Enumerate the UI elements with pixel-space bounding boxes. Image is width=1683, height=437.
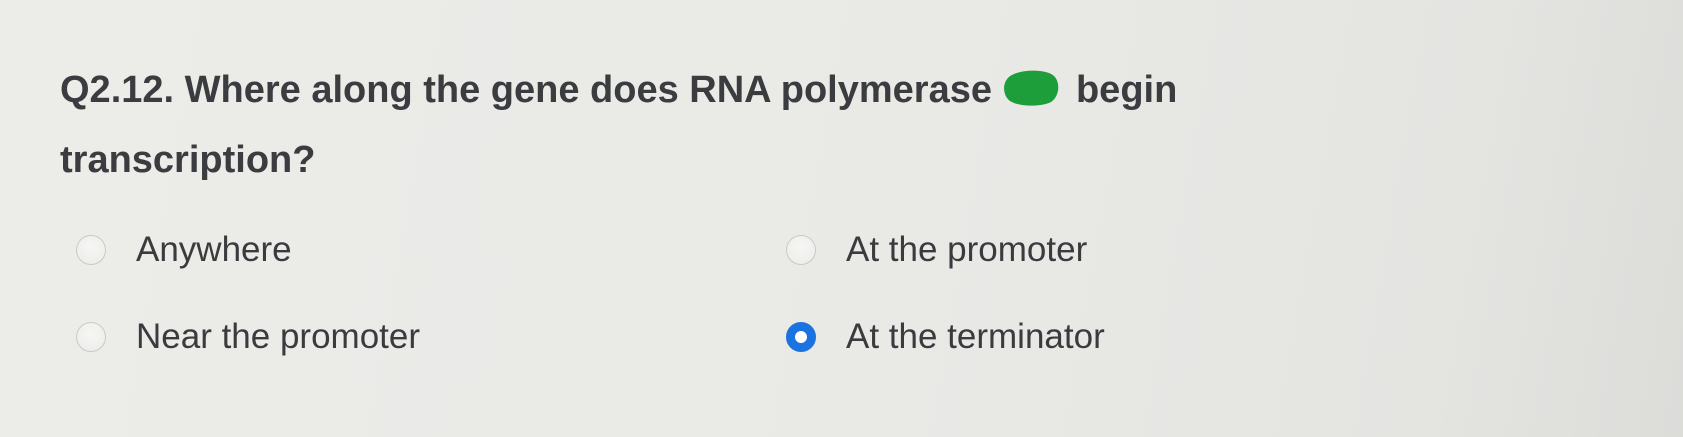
radio-button-unselected[interactable] — [76, 322, 106, 352]
radio-button-selected[interactable] — [786, 322, 816, 352]
option-near-the-promoter[interactable]: Near the promoter — [76, 317, 420, 357]
radio-button-unselected[interactable] — [786, 235, 816, 265]
option-label: Anywhere — [136, 230, 292, 269]
option-at-the-promoter[interactable]: At the promoter — [786, 230, 1087, 270]
answer-options: Anywhere At the promoter Near the promot… — [0, 0, 1683, 437]
option-label: Near the promoter — [136, 317, 421, 356]
option-at-the-terminator[interactable]: At the terminator — [786, 317, 1105, 357]
radio-button-unselected[interactable] — [76, 235, 106, 265]
option-anywhere[interactable]: Anywhere — [76, 230, 292, 270]
option-label: At the terminator — [846, 317, 1105, 356]
option-label: At the promoter — [846, 230, 1088, 269]
quiz-question-card: Q2.12. Where along the gene does RNA pol… — [0, 0, 1683, 437]
